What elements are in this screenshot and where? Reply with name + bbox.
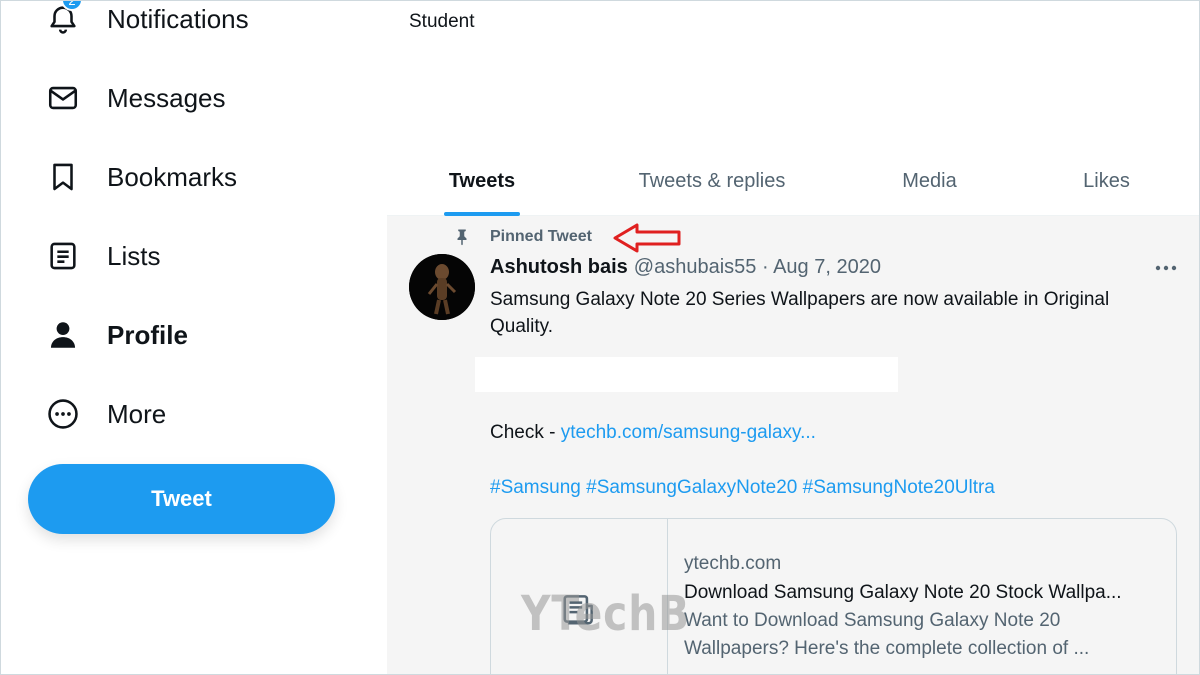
tweet-header: Ashutosh bais @ashubais55 · Aug 7, 2020 [490,256,881,279]
sidebar-item-label: Messages [107,82,226,113]
tweet-button[interactable]: Tweet [28,464,335,534]
author-handle-date: @ashubais55 · Aug 7, 2020 [633,256,881,278]
sidebar-item-messages[interactable]: Messages [43,74,226,122]
check-prefix: Check - [490,422,561,443]
bell-icon: 2 [43,1,83,39]
person-icon [43,315,83,355]
watermark-logo: YTechB [521,586,691,642]
profile-bio: Student [409,11,475,32]
list-icon [43,236,83,276]
hashtag-link[interactable]: #SamsungNote20Ultra [803,477,995,498]
profile-tabs: Tweets Tweets & replies Media Likes [387,146,1199,216]
tweet-feed: Pinned Tweet Ashutosh bais @ashubais55 ·… [387,216,1199,674]
card-title: Download Samsung Galaxy Note 20 Stock Wa… [684,582,1122,603]
sidebar-nav: 2 Notifications Messages Bookmarks Lists… [1,1,387,674]
profile-main: Student Tweets Tweets & replies Media Li… [387,1,1199,674]
sidebar-item-label: Notifications [107,3,249,34]
redacted-area [475,357,898,392]
tab-label: Tweets [448,169,516,192]
sidebar-item-notifications[interactable]: 2 Notifications [43,1,249,43]
tweet-text: Samsung Galaxy Note 20 Series Wallpapers… [490,289,1110,337]
sidebar-item-lists[interactable]: Lists [43,232,160,280]
tweet-more-icon[interactable] [1151,256,1181,280]
sidebar-item-label: Profile [107,319,188,350]
tab-tweets-replies[interactable]: Tweets & replies [577,146,847,216]
tab-tweets[interactable]: Tweets [387,146,577,216]
tab-likes[interactable]: Likes [1012,146,1199,216]
sidebar-item-label: Bookmarks [107,161,238,192]
pin-icon [451,226,473,248]
bookmark-icon [43,157,83,197]
sidebar-item-label: Lists [107,240,161,271]
sidebar-item-bookmarks[interactable]: Bookmarks [43,153,237,201]
pinned-indicator: Pinned Tweet [451,226,592,248]
tweet-check-line: Check - ytechb.com/samsung-galaxy... [490,422,816,444]
hashtag-link[interactable]: #SamsungGalaxyNote20 [586,477,797,498]
tab-label: Tweets & replies [638,169,786,192]
card-body: ytechb.com Download Samsung Galaxy Note … [684,549,1164,663]
card-domain: ytechb.com [684,553,782,574]
hashtag-link[interactable]: #Samsung [490,477,581,498]
envelope-icon [43,78,83,118]
tab-media[interactable]: Media [847,146,1012,216]
tweet-hashtags: #Samsung #SamsungGalaxyNote20 #SamsungNo… [490,477,995,499]
sidebar-item-profile[interactable]: Profile [43,311,188,359]
sidebar-item-more[interactable]: More [43,390,166,438]
tab-label: Media [902,169,957,192]
author-name[interactable]: Ashutosh bais [490,256,628,279]
pinned-tweet-label: Pinned Tweet [490,228,592,245]
tab-label: Likes [1083,169,1130,192]
card-description: Want to Download Samsung Galaxy Note 20 … [684,610,1090,659]
app-frame: 2 Notifications Messages Bookmarks Lists… [0,0,1200,675]
sidebar-item-label: More [107,398,167,429]
avatar[interactable] [409,254,475,320]
more-circle-icon [43,394,83,434]
tweet-link[interactable]: ytechb.com/samsung-galaxy... [561,422,816,443]
annotation-arrow-icon [613,223,681,253]
